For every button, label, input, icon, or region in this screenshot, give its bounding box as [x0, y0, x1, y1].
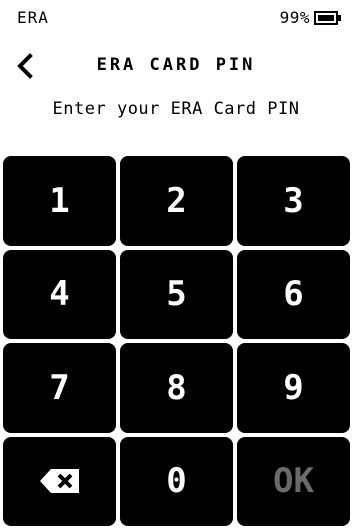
key-0[interactable]: 0 [120, 436, 233, 526]
carrier-label: ERA [17, 8, 49, 27]
key-label: 3 [283, 180, 304, 221]
delete-button[interactable] [3, 436, 116, 526]
page-title: ERA CARD PIN [96, 55, 256, 75]
status-bar: ERA 99% [0, 0, 352, 34]
key-9[interactable]: 9 [237, 343, 350, 433]
key-label: 4 [49, 274, 70, 315]
key-4[interactable]: 4 [3, 249, 116, 339]
pin-prompt: Enter your ERA Card PIN [52, 99, 300, 119]
key-label: 6 [283, 274, 304, 315]
key-2[interactable]: 2 [120, 156, 233, 246]
header: ERA CARD PIN [0, 48, 352, 84]
key-8[interactable]: 8 [120, 343, 233, 433]
key-label: 0 [166, 461, 187, 502]
battery-indicator: 99% [280, 8, 342, 27]
key-label: 9 [283, 367, 304, 408]
key-3[interactable]: 3 [237, 156, 350, 246]
key-label: 8 [166, 367, 187, 408]
key-label: 2 [166, 180, 187, 221]
backspace-icon [39, 469, 79, 494]
key-7[interactable]: 7 [3, 343, 116, 433]
ok-button[interactable]: OK [237, 436, 350, 526]
ok-label: OK [273, 461, 314, 502]
key-label: 7 [49, 367, 70, 408]
key-6[interactable]: 6 [237, 249, 350, 339]
key-label: 1 [49, 180, 70, 221]
battery-full-icon [314, 10, 341, 25]
battery-percent: 99% [279, 8, 310, 27]
pin-keypad: 1 2 3 4 5 6 7 8 9 0 OK [3, 156, 350, 526]
key-5[interactable]: 5 [120, 249, 233, 339]
key-label: 5 [166, 274, 187, 315]
key-1[interactable]: 1 [3, 156, 116, 246]
